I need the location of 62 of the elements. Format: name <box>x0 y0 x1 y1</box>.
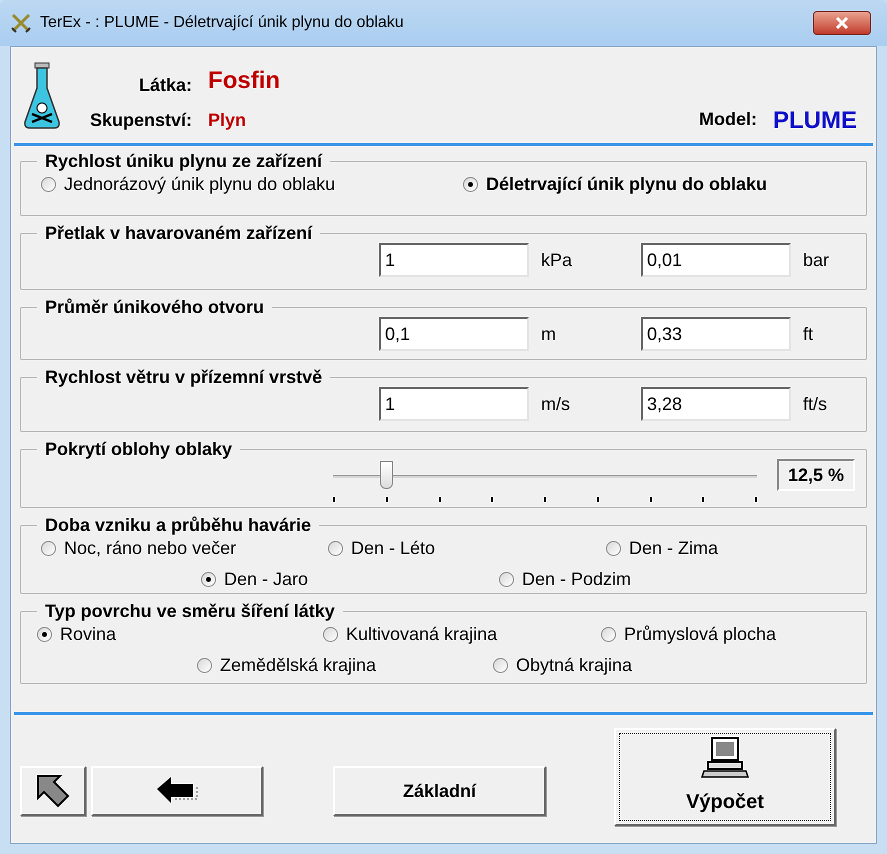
radio-button[interactable] <box>328 541 343 556</box>
value-field[interactable]: 1 <box>379 387 529 421</box>
radio-button[interactable] <box>499 572 514 587</box>
value-field[interactable]: 0,1 <box>379 317 529 351</box>
radio-button[interactable] <box>37 627 52 642</box>
radio-label[interactable]: Kultivovaná krajina <box>346 621 498 648</box>
group-title: Typ povrchu ve směru šíření látky <box>44 600 336 623</box>
radio-label[interactable]: Noc, ráno nebo večer <box>64 535 236 562</box>
diagonal-arrow-icon <box>34 772 72 810</box>
close-icon <box>835 17 849 29</box>
radio-button[interactable] <box>463 177 478 192</box>
unit-label: kPa <box>541 248 574 272</box>
close-button[interactable] <box>813 11 871 35</box>
model-value: PLUME <box>773 109 857 133</box>
poison-flask-icon <box>22 62 62 130</box>
radio-button[interactable] <box>41 541 56 556</box>
radio-label[interactable]: Jednorázový únik plynu do oblaku <box>64 171 336 198</box>
substance-value: Fosfin <box>208 66 280 96</box>
swords-icon <box>10 12 32 34</box>
radio-label[interactable]: Průmyslová plocha <box>624 621 776 648</box>
window-title: TerEx - : PLUME - Déletrvající únik plynu do oblaku <box>40 13 404 33</box>
radio-label[interactable]: Den - Zima <box>629 535 718 562</box>
computer-icon <box>700 737 750 779</box>
state-label: Skupenství: <box>90 109 192 132</box>
radio-button[interactable] <box>606 541 621 556</box>
unit-label: ft/s <box>803 392 828 416</box>
radio-button[interactable] <box>601 627 616 642</box>
group-title: Pokrytí oblohy oblaky <box>44 438 234 461</box>
slider-thumb[interactable] <box>380 461 393 489</box>
radio-button[interactable] <box>201 572 216 587</box>
calculate-button[interactable]: Výpočet <box>614 728 836 826</box>
radio-label[interactable]: Rovina <box>60 621 116 648</box>
value-field[interactable]: 3,28 <box>641 387 791 421</box>
radio-button[interactable] <box>41 177 56 192</box>
radio-label[interactable]: Zemědělská krajina <box>220 652 376 679</box>
radio-button[interactable] <box>323 627 338 642</box>
group-title: Rychlost úniku plynu ze zařízení <box>44 150 324 173</box>
unit-label: m/s <box>541 392 571 416</box>
radio-label[interactable]: Den - Léto <box>351 535 436 562</box>
arrow-button[interactable] <box>20 766 86 816</box>
model-label: Model: <box>699 108 757 131</box>
group-title: Přetlak v havarovaném zařízení <box>44 222 314 245</box>
unit-label: bar <box>803 248 830 272</box>
radio-label[interactable]: Den - Podzim <box>522 566 632 593</box>
radio-label[interactable]: Obytná krajina <box>516 652 632 679</box>
group-title: Doba vzniku a průběhu havárie <box>44 514 312 537</box>
group-title: Rychlost větru v přízemní vrstvě <box>44 366 324 389</box>
basic-button[interactable]: Základní <box>333 766 546 816</box>
substance-label: Látka: <box>138 74 192 97</box>
value-field[interactable]: 0,01 <box>641 243 791 277</box>
state-value: Plyn <box>208 109 248 132</box>
value-field[interactable]: 0,33 <box>641 317 791 351</box>
group-title: Průměr únikového otvoru <box>44 296 266 319</box>
unit-label: ft <box>803 322 814 346</box>
back-button[interactable] <box>91 766 263 816</box>
radio-button[interactable] <box>493 658 508 673</box>
radio-label[interactable]: Déletrvající únik plynu do oblaku <box>486 171 768 198</box>
slider-reading: 12,5 % <box>777 459 855 491</box>
value-field[interactable]: 1 <box>379 243 529 277</box>
unit-label: m <box>541 322 557 346</box>
radio-button[interactable] <box>197 658 212 673</box>
radio-label[interactable]: Den - Jaro <box>224 566 308 593</box>
